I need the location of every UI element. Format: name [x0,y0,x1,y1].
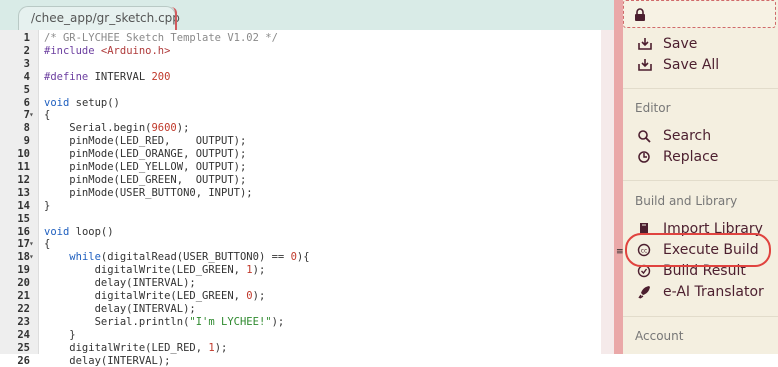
line-number: 17 [0,238,30,251]
line-number: 8 [0,122,30,135]
line-number: 24 [0,329,30,342]
line-number: 23 [0,316,30,329]
section-account: Account [635,329,683,343]
code-line[interactable]: pinMode(USER_BUTTON0, INPUT); [44,187,253,200]
file-tab[interactable]: /chee_app/gr_sketch.cpp [18,6,176,30]
highlight-circle-annotation [625,233,771,267]
code-line[interactable]: delay(INTERVAL); [44,303,196,316]
e-ai-translator-button[interactable]: e-AI Translator [637,282,764,302]
line-number: 21 [0,290,30,303]
code-line[interactable]: } [44,200,50,213]
line-number: 15 [0,213,30,226]
fold-arrow-icon[interactable]: ▾ [29,109,34,122]
code-line[interactable]: #include <Arduino.h> [44,45,170,58]
line-number: 18 [0,251,30,264]
code-line[interactable]: pinMode(LED_GREEN, OUTPUT); [44,174,246,187]
code-line[interactable]: /* GR-LYCHEE Sketch Template V1.02 */ [44,32,278,45]
code-line[interactable]: delay(INTERVAL); [44,277,196,290]
search-icon [637,128,655,144]
search-label: Search [663,128,711,144]
code-line[interactable]: pinMode(LED_RED, OUTPUT); [44,135,246,148]
editor-scroll-strip [601,30,614,354]
save-all-button[interactable]: Save All [637,55,719,75]
fold-arrow-icon[interactable]: ▾ [29,251,34,264]
code-line[interactable]: delay(INTERVAL); [44,355,170,367]
code-line[interactable]: Serial.begin(9600); [44,122,189,135]
code-line[interactable]: { [44,109,50,122]
line-number: 26 [0,355,30,367]
code-line[interactable]: digitalWrite(LED_GREEN, 1); [44,264,265,277]
code-line[interactable]: pinMode(LED_ORANGE, OUTPUT); [44,148,246,161]
code-line[interactable]: digitalWrite(LED_GREEN, 0); [44,290,265,303]
code-line[interactable]: } [44,329,76,342]
line-number: 10 [0,148,30,161]
divider [623,316,778,317]
line-number: 5 [0,84,30,97]
sidebar: Save Save All Editor Search Replace Buil… [623,0,778,354]
search-button[interactable]: Search [637,126,711,146]
line-number: 6 [0,97,30,110]
e-ai-translator-label: e-AI Translator [663,284,764,300]
code-line[interactable]: pinMode(LED_YELLOW, OUTPUT); [44,161,246,174]
line-number: 13 [0,187,30,200]
lock-toggle[interactable] [623,0,776,28]
code-line[interactable]: while(digitalRead(USER_BUTTON0) == 0){ [44,251,310,264]
line-number: 12 [0,174,30,187]
code-line[interactable]: void setup() [44,97,120,110]
panel-splitter[interactable] [614,0,623,354]
code-line[interactable]: digitalWrite(LED_RED, 1); [44,342,227,355]
code-line[interactable]: { [44,238,50,251]
line-number: 25 [0,342,30,355]
editor-tab-bar: /chee_app/gr_sketch.cpp [0,0,614,31]
replace-button[interactable]: Replace [637,147,718,167]
code-line[interactable]: void loop() [44,226,114,239]
line-number-gutter: 1234567▾891011121314151617▾18▾1920212223… [0,30,39,354]
replace-icon [637,149,655,165]
file-tab-label: /chee_app/gr_sketch.cpp [31,11,180,25]
line-number: 7 [0,109,30,122]
rocket-icon [637,284,655,300]
code-editor[interactable]: 1234567▾891011121314151617▾18▾1920212223… [0,30,601,354]
line-number: 22 [0,303,30,316]
divider [623,180,778,181]
save-label: Save [663,36,697,52]
code-line[interactable]: Serial.println("I'm LYCHEE!"); [44,316,284,329]
fold-arrow-icon[interactable]: ▾ [29,238,34,251]
save-button[interactable]: Save [637,34,697,54]
section-editor: Editor [635,101,671,115]
save-all-icon [637,57,655,73]
line-number: 14 [0,200,30,213]
line-number: 19 [0,264,30,277]
code-line[interactable]: #define INTERVAL 200 [44,71,170,84]
line-number: 16 [0,226,30,239]
line-number: 11 [0,161,30,174]
save-icon [637,36,655,52]
line-number: 9 [0,135,30,148]
line-number: 20 [0,277,30,290]
line-number: 2 [0,45,30,58]
line-number: 4 [0,71,30,84]
divider [623,88,778,89]
section-build-and-library: Build and Library [635,194,737,208]
line-number: 1 [0,32,30,45]
code-area[interactable]: /* GR-LYCHEE Sketch Template V1.02 */#in… [44,30,596,354]
lock-icon [634,8,646,22]
save-all-label: Save All [663,57,719,73]
line-number: 3 [0,58,30,71]
replace-label: Replace [663,149,718,165]
